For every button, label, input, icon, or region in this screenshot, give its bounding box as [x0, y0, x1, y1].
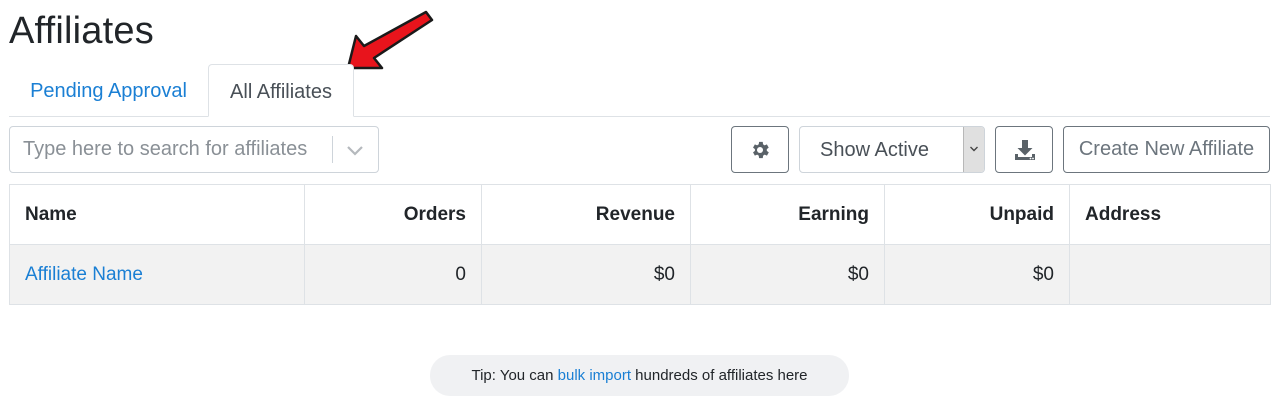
chevron-down-icon	[970, 146, 978, 152]
column-header-name[interactable]: Name	[9, 184, 305, 245]
page-title: Affiliates	[9, 10, 154, 52]
tip-banner: Tip: You can bulk import hundreds of aff…	[430, 355, 849, 396]
chevron-down-icon[interactable]	[344, 140, 366, 160]
download-icon	[1015, 140, 1035, 160]
search-box	[9, 126, 379, 173]
export-button[interactable]	[995, 126, 1053, 173]
column-header-unpaid[interactable]: Unpaid	[884, 184, 1070, 245]
cell-earning: $0	[690, 244, 885, 305]
column-header-earning[interactable]: Earning	[690, 184, 885, 245]
affiliates-page: Affiliates Pending Approval All Affiliat…	[0, 0, 1278, 403]
column-header-revenue[interactable]: Revenue	[481, 184, 691, 245]
search-divider	[332, 136, 333, 163]
status-filter-value: Show Active	[820, 139, 929, 161]
affiliate-name-link[interactable]: Affiliate Name	[25, 264, 143, 285]
create-affiliate-button[interactable]: Create New Affiliate	[1063, 126, 1270, 173]
gear-icon	[753, 141, 769, 159]
column-header-orders[interactable]: Orders	[304, 184, 482, 245]
select-arrow[interactable]	[963, 127, 984, 172]
search-input[interactable]	[10, 127, 330, 172]
tab-bar: Pending Approval All Affiliates	[9, 64, 1270, 117]
cell-orders: 0	[304, 244, 482, 305]
cell-unpaid: $0	[884, 244, 1070, 305]
column-header-address[interactable]: Address	[1069, 184, 1271, 245]
cell-address	[1069, 244, 1271, 305]
cell-revenue: $0	[481, 244, 691, 305]
tip-prefix: Tip: You can	[471, 367, 558, 384]
affiliates-table: Name Orders Revenue Earning Unpaid Addre…	[9, 184, 1271, 305]
tab-all-affiliates[interactable]: All Affiliates	[208, 64, 354, 117]
table-row: Affiliate Name 0 $0 $0 $0	[9, 244, 1271, 305]
cell-name: Affiliate Name	[9, 244, 305, 305]
tip-suffix: hundreds of affiliates here	[631, 367, 808, 384]
tab-pending-approval[interactable]: Pending Approval	[9, 64, 208, 116]
status-filter-select[interactable]: Show Active	[799, 126, 985, 173]
bulk-import-link[interactable]: bulk import	[558, 367, 631, 384]
settings-button[interactable]	[731, 126, 789, 173]
table-header-row: Name Orders Revenue Earning Unpaid Addre…	[9, 184, 1271, 245]
